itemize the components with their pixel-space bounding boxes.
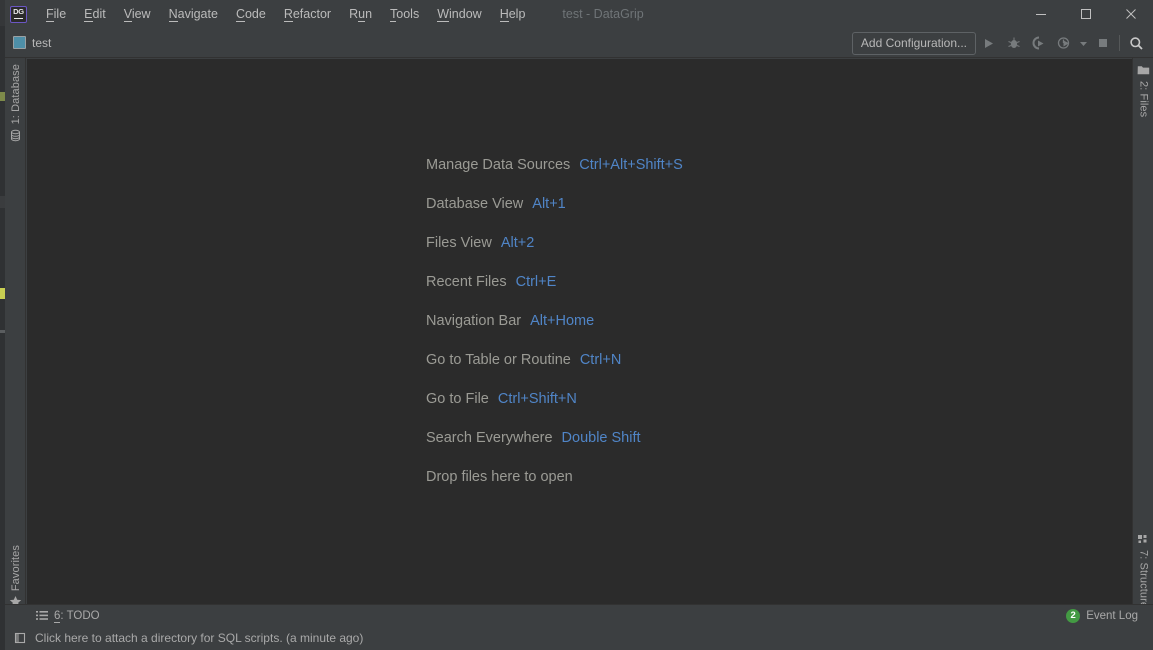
menu-item-run[interactable]: Run — [340, 0, 381, 28]
shortcut-key: Ctrl+Alt+Shift+S — [579, 156, 683, 173]
sidebar-item-structure[interactable]: 7: Structure — [1133, 534, 1153, 608]
shortcut-key: Alt+1 — [532, 195, 566, 212]
window-title: test - DataGrip — [562, 7, 644, 21]
chevron-down-icon[interactable] — [1076, 28, 1090, 58]
menu-item-refactor[interactable]: Refactor — [275, 0, 340, 28]
breadcrumb[interactable]: test — [13, 36, 51, 50]
minimize-button[interactable] — [1018, 0, 1063, 28]
menu-item-view[interactable]: View — [115, 0, 160, 28]
database-icon — [9, 129, 22, 142]
shortcut-row-go-to-table-or-routine[interactable]: Go to Table or Routine Ctrl+N — [426, 340, 683, 379]
shortcut-key: Alt+Home — [530, 312, 595, 329]
drop-files-hint: Drop files here to open — [426, 468, 573, 485]
shortcut-key: Ctrl+Shift+N — [497, 390, 577, 407]
shortcut-row-drop-files: Drop files here to open — [426, 457, 683, 496]
run-with-coverage-button[interactable] — [1026, 28, 1051, 58]
event-log-label: Event Log — [1086, 609, 1138, 622]
shortcut-label: Navigation Bar — [426, 312, 522, 329]
status-bar: Click here to attach a directory for SQL… — [5, 626, 1153, 650]
shortcut-label: Recent Files — [426, 273, 507, 290]
logo-text: DG — [13, 6, 24, 16]
attach-directory-icon — [13, 631, 27, 645]
shortcut-label: Manage Data Sources — [426, 156, 571, 173]
search-button[interactable] — [1124, 28, 1149, 58]
left-tool-strip: 1: Database Favorites — [5, 58, 26, 614]
shortcut-row-recent-files[interactable]: Recent Files Ctrl+E — [426, 262, 683, 301]
breadcrumb-label: test — [32, 35, 52, 50]
window-controls — [1018, 0, 1153, 28]
folder-icon — [1137, 64, 1150, 76]
shortcut-label: Database View — [426, 195, 524, 212]
maximize-button[interactable] — [1063, 0, 1108, 28]
menu-item-file[interactable]: File — [37, 0, 75, 28]
toolbar-divider — [1119, 35, 1120, 51]
logo-underline — [14, 17, 23, 19]
shortcuts-hint-list: Manage Data Sources Ctrl+Alt+Shift+S Dat… — [426, 145, 683, 496]
attach-directory-message[interactable]: Click here to attach a directory for SQL… — [13, 631, 363, 645]
sidebar-item-database[interactable]: 1: Database — [5, 64, 26, 142]
shortcut-key: Ctrl+N — [579, 351, 622, 368]
menu-item-navigate[interactable]: Navigate — [160, 0, 227, 28]
toolbar-actions: Add Configuration... — [851, 28, 1149, 58]
menu-item-tools[interactable]: Tools — [381, 0, 428, 28]
close-button[interactable] — [1108, 0, 1153, 28]
shortcut-row-go-to-file[interactable]: Go to File Ctrl+Shift+N — [426, 379, 683, 418]
todo-label-suffix: : TODO — [60, 609, 100, 622]
editor-area: Manage Data Sources Ctrl+Alt+Shift+S Dat… — [27, 59, 1132, 614]
shortcut-key: Ctrl+E — [515, 273, 557, 290]
datagrip-window: DG File Edit View Navigate Code Refactor… — [0, 0, 1153, 650]
shortcut-row-manage-data-sources[interactable]: Manage Data Sources Ctrl+Alt+Shift+S — [426, 145, 683, 184]
sidebar-item-database-label: 1: Database — [9, 64, 22, 125]
status-message-text: Click here to attach a directory for SQL… — [35, 631, 364, 645]
todo-list-icon — [36, 610, 48, 621]
shortcut-row-database-view[interactable]: Database View Alt+1 — [426, 184, 683, 223]
shortcut-key: Alt+2 — [500, 234, 535, 251]
datagrip-logo-icon: DG — [10, 5, 27, 23]
shortcut-key: Double Shift — [561, 429, 641, 446]
shortcut-label: Go to File — [426, 390, 489, 407]
bottom-item-todo-label: 6: TODO — [54, 609, 100, 623]
shortcut-row-search-everywhere[interactable]: Search Everywhere Double Shift — [426, 418, 683, 457]
debug-button[interactable] — [1001, 28, 1026, 58]
menu-item-code[interactable]: Code — [227, 0, 275, 28]
module-icon — [13, 36, 26, 49]
right-tool-strip: 2: Files 7: Structure — [1132, 58, 1153, 614]
sidebar-item-files-label: 2: Files — [1137, 81, 1150, 118]
navigation-toolbar: test Add Configuration... — [5, 28, 1153, 58]
event-log-button[interactable]: 2 Event Log — [1066, 608, 1138, 623]
sidebar-item-favorites-label: Favorites — [9, 544, 22, 591]
stop-button[interactable] — [1090, 28, 1115, 58]
shortcut-row-files-view[interactable]: Files View Alt+2 — [426, 223, 683, 262]
run-button[interactable] — [976, 28, 1001, 58]
menu-item-help[interactable]: Help — [491, 0, 535, 28]
profile-button[interactable] — [1051, 28, 1076, 58]
bottom-item-todo[interactable]: 6: TODO — [36, 609, 100, 623]
shortcut-row-navigation-bar[interactable]: Navigation Bar Alt+Home — [426, 301, 683, 340]
sidebar-item-structure-label: 7: Structure — [1137, 549, 1150, 608]
shortcut-label: Files View — [426, 234, 492, 251]
sidebar-item-favorites[interactable]: Favorites — [5, 545, 26, 608]
bottom-tool-strip: 6: TODO 2 Event Log — [5, 604, 1153, 626]
status-badge: 2 — [1066, 608, 1081, 623]
sidebar-item-files[interactable]: 2: Files — [1133, 64, 1153, 117]
structure-icon — [1137, 534, 1150, 546]
menu-bar: DG File Edit View Navigate Code Refactor… — [5, 0, 1153, 28]
menu-item-edit[interactable]: Edit — [75, 0, 115, 28]
add-configuration-button[interactable]: Add Configuration... — [851, 31, 976, 55]
menu-item-window[interactable]: Window — [428, 0, 490, 28]
shortcut-label: Go to Table or Routine — [426, 351, 571, 368]
shortcut-label: Search Everywhere — [426, 429, 553, 446]
